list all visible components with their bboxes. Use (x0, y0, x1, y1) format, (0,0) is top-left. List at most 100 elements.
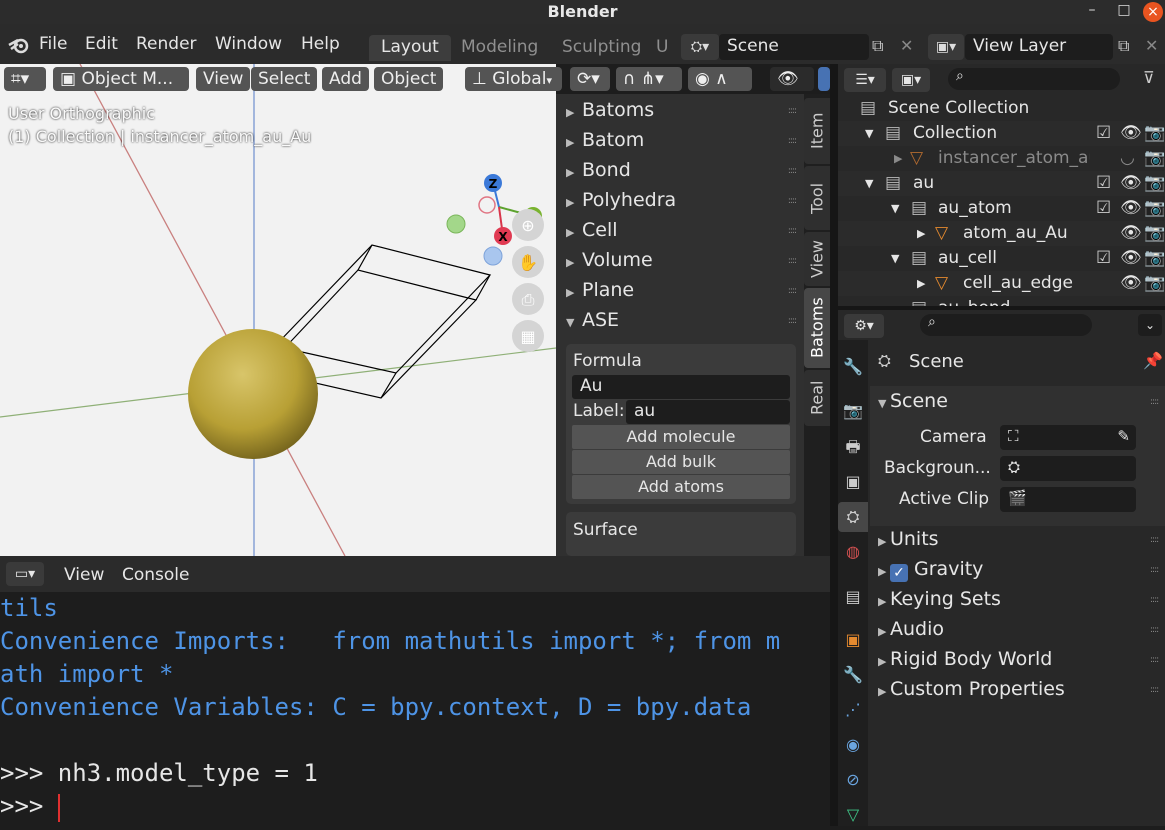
maximize-button[interactable]: □ (1114, 2, 1134, 18)
outliner-row-collection[interactable]: ▼ ▤ Collection ☑ 👁 📷 (838, 121, 1165, 146)
gravity-panel-header[interactable]: ▶ ✓ Gravity (878, 558, 983, 582)
checkbox-icon[interactable]: ☑ (1096, 248, 1111, 268)
camera-icon[interactable]: 📷 (1144, 248, 1165, 268)
checkbox-icon[interactable]: ☑ (1096, 123, 1111, 143)
tab-batoms[interactable]: Batoms (804, 288, 830, 368)
outliner-row-au-cell[interactable]: ▼ ▤ au_cell ☑ 👁 📷 (838, 246, 1165, 271)
audio-panel-header[interactable]: ▶ Audio (878, 618, 944, 640)
camera-icon[interactable]: 📷 (1144, 223, 1165, 243)
units-panel-header[interactable]: ▶ Units (878, 528, 939, 550)
drag-handle-icon[interactable]: :::: (1150, 595, 1159, 605)
panel-plane[interactable]: ▶ Plane (566, 279, 634, 301)
pin-icon[interactable]: 📌 (1143, 351, 1163, 370)
camera-icon[interactable]: 📷 (1144, 123, 1165, 143)
eye-icon[interactable]: 👁 (1120, 123, 1142, 143)
drag-handle-icon[interactable]: :::: (1150, 565, 1159, 575)
tab-uv[interactable]: U (652, 35, 674, 61)
mode-dropdown[interactable]: ▣ Object M... ▾ (53, 67, 189, 113)
eye-icon[interactable]: 👁 (1120, 223, 1142, 243)
tab-real[interactable]: Real (804, 370, 830, 426)
gizmo-toggle[interactable] (818, 67, 830, 91)
drag-handle-icon[interactable]: :::: (1150, 655, 1159, 665)
drag-handle-icon[interactable]: :::: (788, 316, 797, 326)
surface-subpanel[interactable]: Surface (566, 512, 796, 556)
area-divider[interactable] (830, 64, 838, 826)
drag-handle-icon[interactable]: :::: (788, 136, 797, 146)
view-layer-browse-button[interactable]: ▣▾ (928, 34, 964, 60)
viewport-menu-select[interactable]: Select (251, 67, 318, 91)
render-tab-icon[interactable]: 📷 (838, 396, 868, 426)
checkbox-icon[interactable]: ☑ (1096, 173, 1111, 193)
menu-help[interactable]: Help (301, 34, 340, 54)
camera-icon[interactable]: 📷 (1144, 198, 1165, 218)
scene-name-field[interactable]: Scene (719, 34, 869, 60)
console-menu-console[interactable]: Console (122, 565, 190, 585)
drag-handle-icon[interactable]: :::: (1150, 397, 1159, 407)
eye-icon[interactable]: 👁 (1120, 173, 1142, 193)
scene-copy-icon[interactable]: ⧉ (872, 36, 883, 56)
tab-layout[interactable]: Layout (369, 35, 451, 61)
drag-handle-icon[interactable]: :::: (1150, 535, 1159, 545)
active-clip-field[interactable]: 🎬 (1000, 487, 1136, 512)
snap-button[interactable]: ∩ ⋔▾ (616, 67, 682, 91)
camera-icon[interactable]: 📷 (1144, 173, 1165, 193)
panel-bond[interactable]: ▶ Bond (566, 159, 631, 181)
outliner-row-au-atom[interactable]: ▼ ▤ au_atom ☑ 👁 📷 (838, 196, 1165, 221)
panel-ase[interactable]: ▼ ASE (566, 309, 619, 331)
modifier-tab-icon[interactable]: 🔧 (838, 660, 868, 690)
panel-polyhedra[interactable]: ▶ Polyhedra (566, 189, 676, 211)
camera-icon[interactable]: 📷 (1144, 273, 1165, 293)
label-input[interactable]: au (626, 400, 790, 424)
display-mode-button[interactable]: ▣▾ (892, 68, 930, 92)
properties-search-input[interactable]: ⌕ (920, 314, 1092, 336)
view-layer-name-field[interactable]: View Layer (965, 34, 1113, 60)
close-button[interactable]: × (1143, 2, 1163, 22)
view-layer-tab-icon[interactable]: ▣ (838, 467, 868, 497)
panel-batoms[interactable]: ▶ Batoms (566, 99, 654, 121)
viewport-menu-add[interactable]: Add (322, 67, 369, 91)
scene-remove-icon[interactable]: ✕ (900, 36, 913, 55)
drag-handle-icon[interactable]: :::: (788, 256, 797, 266)
outliner-row-scene-collection[interactable]: ▤ Scene Collection (838, 96, 1165, 121)
collection-tab-icon[interactable]: ▤ (838, 582, 868, 612)
python-console[interactable]: tils Convenience Imports: from mathutils… (0, 556, 830, 826)
rigid-body-world-panel-header[interactable]: ▶ Rigid Body World (878, 648, 1052, 670)
drag-handle-icon[interactable]: :::: (788, 106, 797, 116)
tab-view[interactable]: View (804, 232, 830, 286)
tab-tool[interactable]: Tool (804, 166, 830, 230)
3d-viewport[interactable]: Z Y X ⊕ ✋ ⎙ ▦ User Orthographic (1) Coll… (0, 64, 556, 556)
proportional-edit-button[interactable]: ◉ ∧ (688, 67, 752, 91)
gravity-checkbox[interactable]: ✓ (889, 564, 908, 582)
pivot-point-button[interactable]: ⟳▾ (570, 67, 610, 91)
console-editor-type-button[interactable]: ▭▾ (6, 562, 44, 586)
menu-edit[interactable]: Edit (85, 34, 118, 54)
options-dropdown[interactable]: ⌄ (1138, 314, 1162, 336)
menu-window[interactable]: Window (215, 34, 282, 54)
camera-icon[interactable]: 📷 (1144, 148, 1165, 168)
console-prompt[interactable]: >>> (0, 792, 58, 820)
visibility-button[interactable]: 👁▾ (770, 67, 814, 113)
console-menu-view[interactable]: View (64, 565, 104, 585)
viewport-menu-object[interactable]: Object (374, 67, 444, 91)
outliner-row-cell-au-edge[interactable]: ▶ ▽ cell_au_edge 👁 📷 (838, 271, 1165, 296)
drag-handle-icon[interactable]: :::: (788, 226, 797, 236)
transform-orientation-dropdown[interactable]: ⊥ Global▾ (465, 67, 562, 91)
properties-editor-type-button[interactable]: ⚙▾ (844, 314, 884, 338)
physics-tab-icon[interactable]: ◉ (838, 730, 868, 760)
scene-browse-button[interactable]: ⛭▾ (681, 34, 719, 60)
tab-modeling[interactable]: Modeling (449, 35, 550, 61)
outliner-editor-type-button[interactable]: ☰▾ (844, 68, 886, 92)
tab-sculpting[interactable]: Sculpting (550, 35, 653, 61)
minimize-button[interactable]: – (1082, 2, 1102, 18)
background-field[interactable]: ⛭ (1000, 456, 1136, 481)
eye-icon[interactable]: 👁 (1120, 273, 1142, 293)
menu-file[interactable]: File (39, 34, 67, 54)
outliner-search-input[interactable]: ⌕ (948, 68, 1120, 90)
menu-render[interactable]: Render (136, 34, 197, 54)
eye-closed-icon[interactable]: ◡ (1120, 148, 1135, 168)
formula-input[interactable]: Au (572, 375, 790, 399)
drag-handle-icon[interactable]: :::: (1150, 625, 1159, 635)
eye-icon[interactable]: 👁 (1120, 248, 1142, 268)
custom-properties-panel-header[interactable]: ▶ Custom Properties (878, 678, 1065, 700)
add-molecule-button[interactable]: Add molecule (572, 425, 790, 449)
